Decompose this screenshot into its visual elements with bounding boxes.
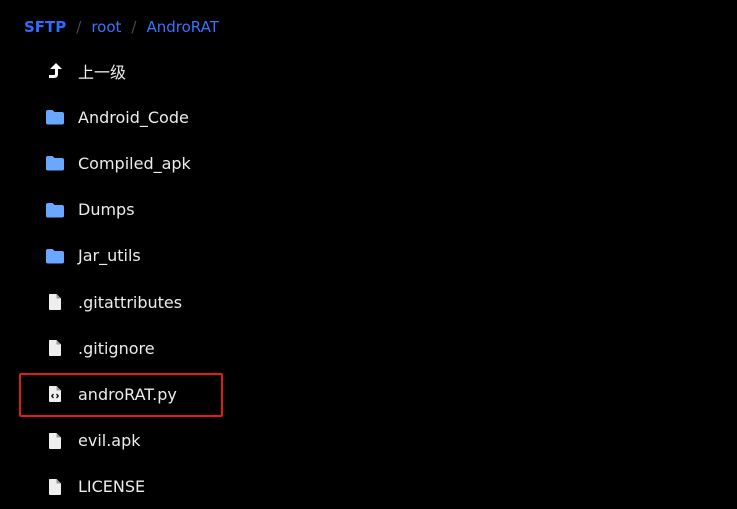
list-item-file[interactable]: evil.apk: [0, 418, 737, 464]
file-icon: [44, 337, 66, 359]
breadcrumb: SFTP / root / AndroRAT: [24, 16, 219, 38]
breadcrumb-root-sftp[interactable]: SFTP: [24, 18, 66, 36]
folder-label: Android_Code: [78, 107, 189, 127]
file-label: .gitattributes: [78, 292, 183, 312]
list-item-folder[interactable]: Android_Code: [0, 94, 737, 140]
file-label: LICENSE: [78, 477, 146, 497]
folder-label: Compiled_apk: [78, 153, 191, 173]
folder-label: Jar_utils: [78, 246, 141, 266]
breadcrumb-item-root[interactable]: root: [91, 18, 121, 36]
parent-directory-row[interactable]: 上一级: [0, 48, 737, 94]
file-icon: [44, 291, 66, 313]
parent-directory-label: 上一级: [78, 63, 127, 83]
code-file-icon: [44, 383, 66, 405]
file-icon: [44, 476, 66, 498]
code-file-label: androRAT.py: [78, 384, 177, 404]
breadcrumb-separator: /: [131, 18, 137, 36]
folder-icon: [44, 106, 66, 128]
list-item-file[interactable]: LICENSE: [0, 464, 737, 509]
list-item-folder[interactable]: Jar_utils: [0, 233, 737, 279]
file-list: 上一级 Android_Code Compiled_apk Dumps Jar_…: [0, 48, 737, 509]
breadcrumb-separator: /: [76, 18, 82, 36]
file-label: .gitignore: [78, 338, 155, 358]
file-label: evil.apk: [78, 431, 141, 451]
breadcrumb-item-androrat[interactable]: AndroRAT: [146, 18, 218, 36]
file-icon: [44, 430, 66, 452]
list-item-code-file[interactable]: androRAT.py: [0, 371, 737, 417]
list-item-file[interactable]: .gitattributes: [0, 279, 737, 325]
folder-icon: [44, 245, 66, 267]
folder-label: Dumps: [78, 200, 135, 220]
list-item-folder[interactable]: Dumps: [0, 187, 737, 233]
arrow-up-icon: [44, 60, 66, 82]
folder-icon: [44, 152, 66, 174]
list-item-file[interactable]: .gitignore: [0, 325, 737, 371]
folder-icon: [44, 199, 66, 221]
list-item-folder[interactable]: Compiled_apk: [0, 140, 737, 186]
